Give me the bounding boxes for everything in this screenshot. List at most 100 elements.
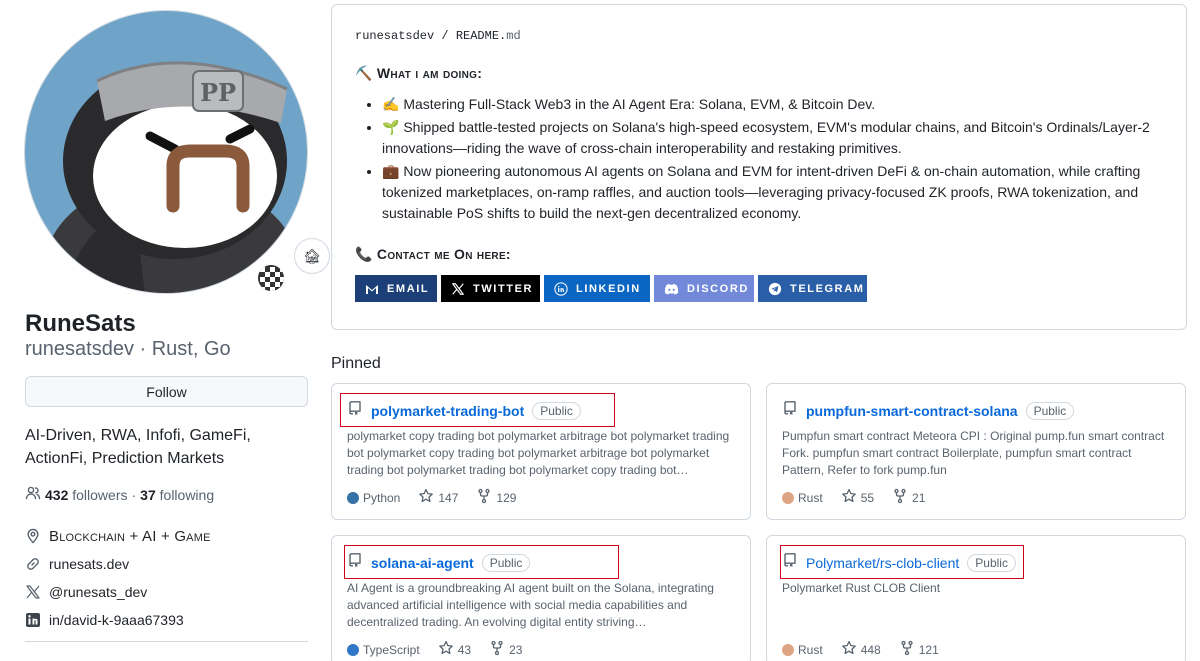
language-dot [782, 491, 794, 504]
location-item: Blockchain + AI + Game [25, 522, 315, 550]
forks-link[interactable]: 129 [476, 488, 516, 507]
linkedin-item[interactable]: in/david-k-9aaa67393 [25, 606, 315, 634]
repo-meta: Rust 448 121 [782, 640, 939, 659]
readme-file-name: README. [455, 29, 507, 43]
profile-name: RuneSats [25, 310, 136, 337]
discord-icon [664, 283, 679, 295]
email-badge-label: EMAIL [387, 282, 430, 295]
pinned-repo-card: polymarket-trading-bot Public polymarket… [331, 383, 751, 520]
follow-stats: 432 followers · 37 following [25, 485, 214, 504]
repo-icon [347, 552, 363, 573]
website-item[interactable]: runesats.dev [25, 550, 315, 578]
stars-link[interactable]: 43 [438, 640, 471, 659]
visibility-badge: Public [967, 553, 1016, 572]
repo-description: Pumpfun smart contract Meteora CPI : Ori… [782, 429, 1165, 477]
people-icon [25, 485, 41, 504]
linkedin-handle[interactable]: in/david-k-9aaa67393 [49, 612, 184, 628]
stars-count: 55 [860, 490, 875, 505]
repo-icon [347, 400, 363, 421]
following-label: following [159, 486, 215, 503]
doing-list: ✍️ Mastering Full-Stack Web3 in the AI A… [382, 94, 1172, 226]
fork-icon [489, 640, 505, 659]
repo-language: Rust [782, 643, 823, 657]
forks-count: 129 [496, 490, 517, 505]
forks-link[interactable]: 23 [489, 640, 522, 659]
stars-count: 147 [438, 490, 459, 505]
visibility-badge: Public [532, 401, 581, 420]
profile-sidebar: PP 🏚 RuneSats runesatsdev · Rust, Go Fol… [0, 0, 330, 661]
twitter-badge[interactable]: TWITTER [441, 275, 540, 302]
doing-item: 🌱 Shipped battle-tested projects on Sola… [382, 117, 1172, 159]
penguin-avatar-image: PP [25, 11, 307, 293]
forks-link[interactable]: 21 [892, 488, 925, 507]
language-dot [782, 643, 794, 656]
linkedin-badge[interactable]: LINKEDIN [544, 275, 650, 302]
repo-language: TypeScript [347, 643, 420, 657]
language-dot [347, 643, 359, 656]
star-icon [418, 488, 434, 507]
language-name: TypeScript [363, 642, 420, 657]
followers-label: followers [72, 486, 128, 503]
twitter-handle[interactable]: @runesats_dev [49, 584, 147, 600]
star-icon [841, 640, 857, 659]
readme-owner-link[interactable]: runesatsdev [355, 29, 434, 43]
telegram-icon [768, 282, 782, 296]
repo-icon [782, 400, 798, 421]
forks-count: 121 [918, 642, 939, 657]
location-icon [25, 528, 41, 544]
telegram-badge-label: TELEGRAM [790, 282, 865, 295]
repo-language: Rust [782, 491, 823, 505]
doing-item: 💼 Now pioneering autonomous AI agents on… [382, 161, 1172, 224]
fork-icon [892, 488, 908, 507]
avatar[interactable]: PP [24, 10, 308, 294]
x-logo-icon [25, 584, 41, 600]
twitter-badge-label: TWITTER [473, 282, 534, 295]
repo-header: pumpfun-smart-contract-solana Public [782, 400, 1075, 421]
location-text: Blockchain + AI + Game [49, 527, 211, 545]
website-link[interactable]: runesats.dev [49, 556, 129, 572]
telegram-badge[interactable]: TELEGRAM [758, 275, 867, 302]
linkedin-icon [25, 612, 41, 628]
pinned-heading: Pinned [331, 355, 381, 372]
discord-badge[interactable]: DISCORD [654, 275, 754, 302]
readme-path: runesatsdev / README.md [355, 29, 521, 43]
doing-item: ✍️ Mastering Full-Stack Web3 in the AI A… [382, 94, 1172, 115]
repo-meta: Python 147 129 [347, 488, 516, 507]
forks-link[interactable]: 121 [899, 640, 939, 659]
status-emoji-button[interactable]: 🏚 [294, 238, 330, 274]
twitter-item[interactable]: @runesats_dev [25, 578, 315, 606]
repo-name-link[interactable]: solana-ai-agent [371, 555, 474, 571]
linkedin-icon [554, 281, 568, 296]
pinned-repo-card: solana-ai-agent Public AI Agent is a gro… [331, 535, 751, 661]
stars-count: 448 [860, 642, 881, 657]
following-count: 37 [140, 486, 156, 503]
contact-heading: 📞 Contact me On here: [355, 246, 511, 262]
pinned-repo-card: pumpfun-smart-contract-solana Public Pum… [766, 383, 1186, 520]
repo-meta: TypeScript 43 23 [347, 640, 522, 659]
email-badge[interactable]: EMAIL [355, 275, 437, 302]
language-name: Rust [798, 642, 823, 657]
stars-link[interactable]: 147 [418, 488, 458, 507]
readme-file-ext: md [506, 29, 521, 43]
repo-name-link[interactable]: polymarket-trading-bot [371, 403, 524, 419]
forks-count: 23 [509, 642, 523, 657]
repo-header: solana-ai-agent Public [347, 552, 531, 573]
language-name: Python [363, 490, 401, 505]
followers-link[interactable]: 432 followers [45, 487, 128, 503]
following-link[interactable]: 37 following [140, 487, 214, 503]
readme-path-sep: / [441, 29, 449, 43]
pinned-repo-card: Polymarket/rs-clob-client Public Polymar… [766, 535, 1186, 661]
repo-meta: Rust 55 21 [782, 488, 925, 507]
stars-link[interactable]: 448 [841, 640, 881, 659]
visibility-badge: Public [481, 553, 531, 572]
language-dot [347, 491, 359, 504]
stars-count: 43 [457, 642, 472, 657]
stars-link[interactable]: 55 [841, 488, 874, 507]
follow-separator: · [131, 486, 137, 503]
repo-name-link[interactable]: pumpfun-smart-contract-solana [806, 403, 1018, 419]
avatar-container: PP 🏚 [24, 10, 330, 294]
repo-name-link[interactable]: Polymarket/rs-clob-client [806, 555, 959, 571]
visibility-badge: Public [1025, 401, 1075, 420]
follow-button[interactable]: Follow [25, 376, 308, 407]
achievement-badge-icon[interactable] [256, 263, 286, 293]
